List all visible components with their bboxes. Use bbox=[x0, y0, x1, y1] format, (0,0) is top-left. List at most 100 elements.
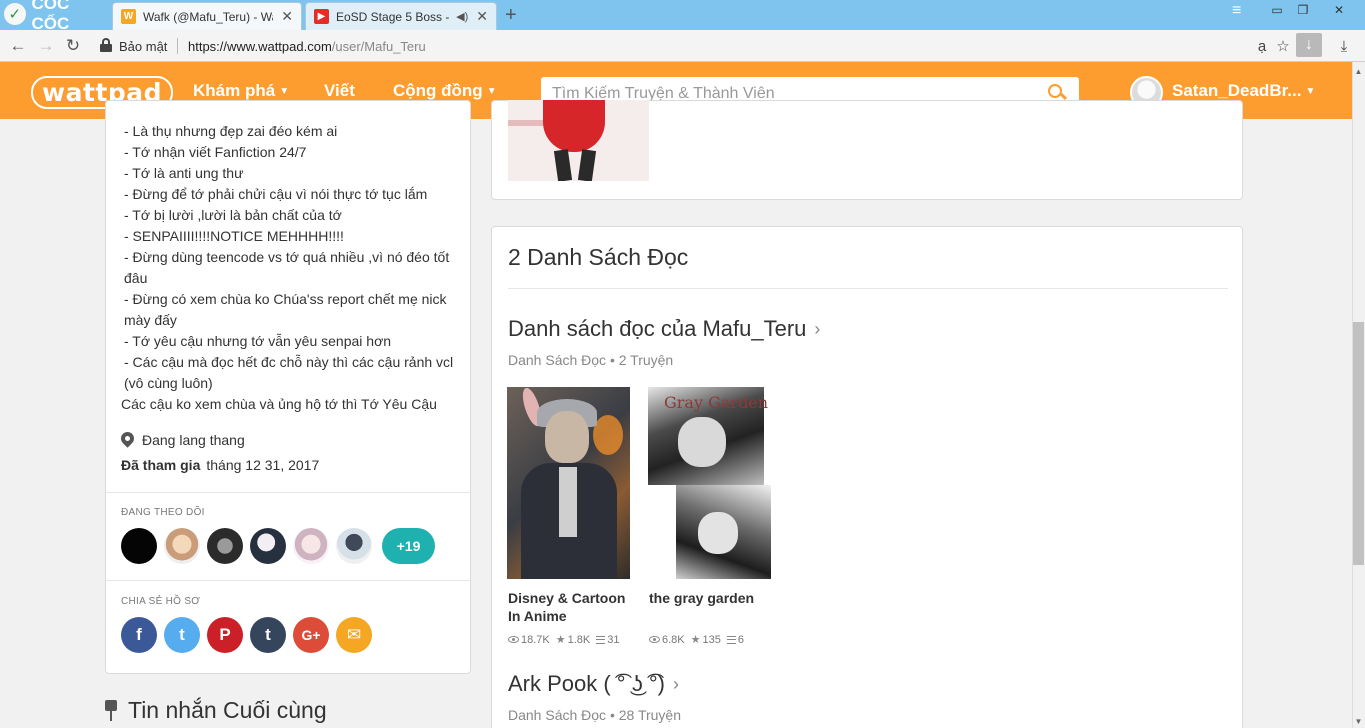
share-facebook-button[interactable]: f bbox=[121, 617, 157, 653]
secure-label[interactable]: Bảo mật bbox=[119, 39, 167, 54]
bio-line: - Là thụ nhưng đẹp zai đéo kém ai bbox=[124, 123, 338, 139]
last-messages-title: Tin nhắn Cuối cùng bbox=[128, 697, 327, 723]
scroll-down-arrow-icon[interactable]: ▼ bbox=[1352, 714, 1365, 728]
browser-menu-icon[interactable]: ≡ bbox=[1232, 2, 1241, 20]
browser-tab-bar: ✓ CỐC CỐC W Wafk (@Mafu_Teru) - Wat ✕ ▶ … bbox=[0, 0, 1365, 33]
share-google-plus-button[interactable]: G+ bbox=[293, 617, 329, 653]
divider bbox=[508, 288, 1228, 289]
bookmark-star-icon[interactable]: ☆ bbox=[1273, 36, 1293, 56]
close-tab-icon[interactable]: ✕ bbox=[281, 8, 293, 25]
story-stats: 6.8K ★ 135 6 bbox=[649, 633, 750, 646]
scroll-up-arrow-icon[interactable]: ▲ bbox=[1352, 64, 1365, 78]
reading-lists-heading: 2 Danh Sách Đọc bbox=[508, 244, 689, 270]
profile-location: Đang lang thang bbox=[118, 429, 245, 448]
profile-artwork-image bbox=[508, 100, 649, 181]
following-avatar[interactable] bbox=[336, 528, 372, 564]
reading-list-subtitle: Danh Sách Đọc • 28 Truyện bbox=[508, 707, 681, 723]
user-menu[interactable]: Satan_DeadBr... ▼ bbox=[1172, 81, 1315, 101]
downloads-icon[interactable]: ⤓ bbox=[1334, 36, 1354, 56]
following-avatar[interactable] bbox=[164, 528, 200, 564]
forward-arrow-icon[interactable]: → bbox=[36, 36, 56, 56]
votes-count: 1.8K bbox=[567, 633, 591, 646]
parts-count: 6 bbox=[737, 633, 744, 646]
share-tumblr-button[interactable]: t bbox=[250, 617, 286, 653]
eye-icon bbox=[649, 636, 660, 643]
joined-label: Đã tham gia bbox=[121, 457, 201, 473]
address-separator bbox=[177, 38, 178, 54]
reload-icon[interactable]: ↻ bbox=[63, 36, 83, 56]
share-email-button[interactable]: ✉ bbox=[336, 617, 372, 653]
following-avatar[interactable] bbox=[207, 528, 243, 564]
chevron-right-icon: › bbox=[814, 318, 821, 339]
username: Satan_DeadBr... bbox=[1172, 81, 1302, 100]
bio-line: - Đừng để tớ phải chửi cậu vì nói thực t… bbox=[124, 186, 428, 202]
following-avatar[interactable] bbox=[121, 528, 157, 564]
nav-discover[interactable]: Khám phá ▼ bbox=[193, 81, 289, 101]
story-cover-gray-garden[interactable]: Gray Garden bbox=[648, 387, 771, 579]
facebook-icon: f bbox=[136, 625, 142, 644]
share-label: CHIA SẺ HỒ SƠ bbox=[121, 596, 201, 607]
nav-write[interactable]: Viết bbox=[324, 81, 355, 101]
story-cover-disney[interactable] bbox=[507, 387, 630, 579]
restore-icon[interactable]: ❐ bbox=[1288, 0, 1318, 20]
nav-community[interactable]: Cộng đồng ▼ bbox=[393, 81, 497, 101]
browser-brand: CỐC CỐC bbox=[31, 0, 70, 33]
following-label: ĐANG THEO DÕI bbox=[121, 507, 205, 518]
bio-line: - Các cậu mà đọc hết đc chỗ này thì các … bbox=[124, 354, 454, 391]
bio-line: Các cậu ko xem chùa và ủng hộ tớ thì Tớ … bbox=[121, 396, 437, 412]
bio-line: - Đừng dùng teencode vs tớ quá nhiều ,vì… bbox=[124, 249, 450, 286]
browser-tab-wattpad[interactable]: W Wafk (@Mafu_Teru) - Wat ✕ bbox=[112, 2, 302, 30]
share-twitter-button[interactable]: t bbox=[164, 617, 200, 653]
reads-count: 18.7K bbox=[521, 633, 550, 646]
new-tab-plus-icon[interactable]: + bbox=[505, 4, 517, 27]
close-tab-icon[interactable]: ✕ bbox=[476, 8, 488, 25]
lock-icon[interactable] bbox=[100, 38, 112, 52]
more-following-button[interactable]: +19 bbox=[382, 528, 435, 564]
tumblr-icon: t bbox=[265, 625, 271, 644]
story-title-link[interactable]: the gray garden bbox=[649, 589, 774, 607]
joined-date: tháng 12 31, 2017 bbox=[206, 457, 320, 473]
email-icon: ✉ bbox=[346, 625, 362, 644]
divider bbox=[106, 492, 470, 493]
list-icon bbox=[726, 635, 736, 644]
story-title-link[interactable]: Disney & Cartoon In Anime bbox=[508, 589, 633, 625]
star-icon: ★ bbox=[555, 634, 566, 646]
star-icon: ★ bbox=[690, 634, 701, 646]
bio-line: - SENPAIIII!!!!NOTICE MEHHHH!!!! bbox=[124, 228, 344, 244]
reading-list-subtitle: Danh Sách Đọc • 2 Truyện bbox=[508, 352, 674, 368]
browser-tab-youtube[interactable]: ▶ EoSD Stage 5 Boss - Sa ◀) ✕ bbox=[305, 2, 497, 30]
parts-count: 31 bbox=[607, 633, 620, 646]
google-plus-icon: G+ bbox=[301, 627, 321, 643]
reading-list-title: Ark Pook ( ͡° ͜ʖ ͡°) bbox=[508, 671, 665, 696]
bio-line: - Tớ bị lười ,lười là bản chất của tớ bbox=[124, 207, 342, 223]
close-window-icon[interactable]: ✕ bbox=[1324, 0, 1354, 20]
profile-bio: - Là thụ nhưng đẹp zai đéo kém ai - Tớ n… bbox=[121, 121, 457, 415]
youtube-favicon-icon: ▶ bbox=[314, 9, 329, 24]
url-field[interactable]: https://www.wattpad.com/user/Mafu_Teru bbox=[188, 39, 426, 54]
wattpad-favicon-icon: W bbox=[121, 9, 136, 24]
coccoc-logo-icon: ✓ bbox=[4, 3, 26, 25]
reading-list-title: Danh sách đọc của Mafu_Teru bbox=[508, 316, 807, 341]
bio-line: - Tớ nhận viết Fanfiction 24/7 bbox=[124, 144, 307, 160]
back-arrow-icon[interactable]: ← bbox=[8, 36, 28, 56]
caret-down-icon: ▼ bbox=[1305, 86, 1316, 98]
pushpin-icon bbox=[104, 699, 118, 722]
bio-line: - Đừng có xem chùa ko Chúa'ss report chế… bbox=[124, 291, 447, 328]
following-avatar[interactable] bbox=[293, 528, 329, 564]
download-active-icon[interactable]: ↓ bbox=[1296, 33, 1322, 57]
reading-list-title-link[interactable]: Ark Pook ( ͡° ͜ʖ ͡°) › bbox=[508, 671, 679, 697]
speaker-icon[interactable]: ◀) bbox=[456, 10, 468, 23]
following-avatar[interactable] bbox=[250, 528, 286, 564]
nav-label: Cộng đồng bbox=[393, 81, 483, 100]
twitter-icon: t bbox=[179, 625, 185, 644]
url-host: https://www.wattpad.com bbox=[188, 39, 332, 54]
share-pinterest-button[interactable]: P bbox=[207, 617, 243, 653]
caret-down-icon: ▼ bbox=[279, 86, 290, 98]
scrollbar-thumb[interactable] bbox=[1353, 322, 1364, 565]
reading-list-title-link[interactable]: Danh sách đọc của Mafu_Teru › bbox=[508, 316, 820, 342]
browser-logo[interactable]: ✓ CỐC CỐC bbox=[0, 0, 110, 33]
last-messages-heading: Tin nhắn Cuối cùng bbox=[104, 697, 327, 724]
url-path: /user/Mafu_Teru bbox=[331, 39, 426, 54]
reads-count: 6.8K bbox=[662, 633, 685, 646]
translate-icon[interactable]: ạ bbox=[1252, 36, 1272, 56]
